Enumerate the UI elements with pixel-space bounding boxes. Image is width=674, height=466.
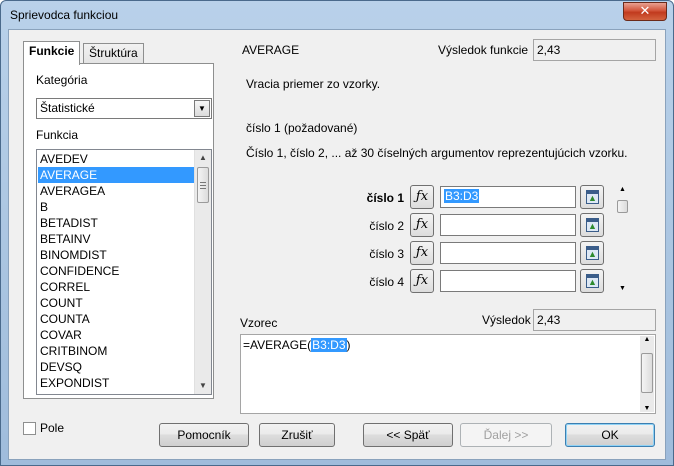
- category-label: Kategória: [36, 73, 88, 87]
- function-list-item[interactable]: COUNTA: [38, 311, 195, 327]
- functions-tab-panel: Kategória Štatistické ▼ Funkcia AVEDEV AV…: [23, 63, 214, 399]
- shrink-icon: [586, 274, 599, 288]
- argument-description: Číslo 1, číslo 2, ... až 30 číselných ar…: [246, 146, 628, 160]
- function-list-scrollbar[interactable]: ▲ ▼: [194, 150, 211, 394]
- argument-label-2: číslo 2: [369, 219, 404, 233]
- formula-label: Vzorec: [240, 316, 278, 330]
- function-result-field: 2,43: [533, 39, 656, 61]
- function-listbox[interactable]: AVEDEV AVERAGE AVERAGEA B BETADIST BETAINV BIN…: [36, 149, 212, 395]
- function-list-item[interactable]: B: [38, 199, 195, 215]
- back-button[interactable]: << Späť: [363, 423, 453, 447]
- function-list-label: Funkcia: [36, 128, 79, 142]
- formula-text-suffix: ): [346, 338, 351, 352]
- chevron-down-icon[interactable]: ▼: [194, 100, 210, 117]
- function-name: AVERAGE: [242, 43, 300, 57]
- window-title: Sprievodca funkciou: [10, 8, 119, 22]
- tab-structure[interactable]: Štruktúra: [83, 43, 144, 64]
- fx-icon[interactable]: ƒx: [410, 185, 434, 209]
- scroll-down-icon[interactable]: ▼: [616, 285, 629, 292]
- function-list-item[interactable]: FDIST: [38, 391, 195, 394]
- argument-label-1: číslo 1: [366, 191, 404, 205]
- formula-scrollbar[interactable]: ▲ ▼: [640, 336, 654, 412]
- cancel-button[interactable]: Zrušiť: [259, 423, 335, 447]
- dialog-client-area: Funkcie Štruktúra Kategória Štatistické …: [8, 29, 666, 460]
- formula-result-label: Výsledok: [482, 313, 531, 327]
- formula-result-field: 2,43: [533, 309, 656, 331]
- shrink-icon: [586, 246, 599, 260]
- fx-icon[interactable]: ƒx: [410, 241, 434, 265]
- title-bar: Sprievodca funkciou ✕: [1, 1, 673, 29]
- category-select-value: Štatistické: [40, 101, 95, 115]
- argument-input-4[interactable]: [440, 270, 576, 292]
- function-list-item[interactable]: BETADIST: [38, 215, 195, 231]
- formula-text-selected: B3:D3: [311, 338, 347, 352]
- function-list-item[interactable]: AVERAGEA: [38, 183, 195, 199]
- function-list-item[interactable]: AVEDEV: [38, 151, 195, 167]
- argument-input-2[interactable]: [440, 214, 576, 236]
- shrink-icon: [586, 190, 599, 204]
- function-list-item[interactable]: COUNT: [38, 295, 195, 311]
- function-list-item[interactable]: CORREL: [38, 279, 195, 295]
- arguments-scrollbar[interactable]: ▲ ▼: [616, 186, 629, 292]
- scroll-thumb[interactable]: [641, 353, 653, 393]
- function-list-item[interactable]: AVERAGE: [38, 167, 195, 183]
- next-button[interactable]: Ďalej >>: [460, 423, 552, 447]
- scroll-down-icon[interactable]: ▼: [640, 405, 654, 412]
- function-list-item[interactable]: BETAINV: [38, 231, 195, 247]
- function-list-item[interactable]: COVAR: [38, 327, 195, 343]
- function-list-item[interactable]: CRITBINOM: [38, 343, 195, 359]
- tab-functions[interactable]: Funkcie: [23, 41, 81, 65]
- argument-title: číslo 1 (požadované): [246, 121, 358, 135]
- array-checkbox-label: Pole: [40, 421, 65, 435]
- fx-icon[interactable]: ƒx: [410, 269, 434, 293]
- shrink-dialog-button-4[interactable]: [580, 269, 604, 293]
- fx-icon[interactable]: ƒx: [410, 213, 434, 237]
- category-select[interactable]: Štatistické ▼: [36, 98, 212, 119]
- scroll-up-icon[interactable]: ▲: [640, 336, 654, 343]
- argument-label-3: číslo 3: [369, 247, 404, 261]
- scroll-up-icon[interactable]: ▲: [616, 186, 629, 193]
- function-list-item[interactable]: DEVSQ: [38, 359, 195, 375]
- ok-button[interactable]: OK: [565, 423, 655, 447]
- formula-textarea[interactable]: =AVERAGE(B3:D3) ▲ ▼: [240, 334, 656, 414]
- shrink-icon: [586, 218, 599, 232]
- shrink-dialog-button-1[interactable]: [580, 185, 604, 209]
- function-list-item[interactable]: EXPONDIST: [38, 375, 195, 391]
- scroll-thumb[interactable]: [197, 167, 209, 203]
- close-button[interactable]: ✕: [623, 2, 667, 21]
- function-result-label: Výsledok funkcie: [438, 43, 529, 57]
- scroll-thumb[interactable]: [617, 200, 628, 213]
- function-list-item[interactable]: CONFIDENCE: [38, 263, 195, 279]
- shrink-dialog-button-3[interactable]: [580, 241, 604, 265]
- argument-input-1[interactable]: B3:D3: [440, 186, 576, 208]
- formula-text-prefix: =AVERAGE(: [243, 338, 312, 352]
- function-list-items: AVEDEV AVERAGE AVERAGEA B BETADIST BETAINV BIN…: [38, 151, 195, 394]
- scroll-down-icon[interactable]: ▼: [195, 378, 211, 394]
- help-button[interactable]: Pomocník: [159, 423, 249, 447]
- shrink-dialog-button-2[interactable]: [580, 213, 604, 237]
- function-list-item[interactable]: BINOMDIST: [38, 247, 195, 263]
- argument-input-3[interactable]: [440, 242, 576, 264]
- array-checkbox[interactable]: [23, 422, 36, 435]
- argument-input-1-value: B3:D3: [444, 189, 480, 203]
- function-description: Vracia priemer zo vzorky.: [246, 77, 381, 91]
- scroll-up-icon[interactable]: ▲: [195, 150, 211, 166]
- argument-label-4: číslo 4: [369, 275, 404, 289]
- function-wizard-window: Sprievodca funkciou ✕ Funkcie Štruktúra …: [0, 0, 674, 466]
